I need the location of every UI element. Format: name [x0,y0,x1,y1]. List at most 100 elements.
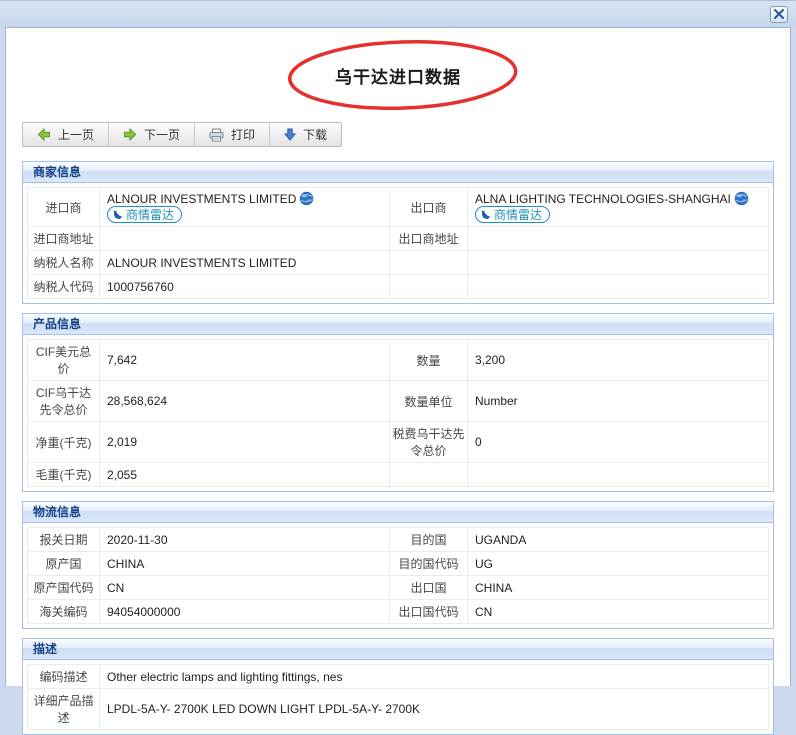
section-2: 物流信息报关日期2020-11-30目的国UGANDA原产国CHINA目的国代码… [22,501,774,629]
radar-dish-icon [112,209,124,221]
row-value: ALNOUR INVESTMENTS LIMITED 商情雷达 [100,188,390,227]
row-value [468,251,769,275]
row-value: ALNOUR INVESTMENTS LIMITED [100,251,390,275]
table-row: CIF美元总价 7,642 数量 3,200 [28,340,769,381]
table-row: 进口商ALNOUR INVESTMENTS LIMITED 商情雷达出口商ALN… [28,188,769,227]
row-label: 净重(千克) [28,422,100,463]
row-value: 3,200 [468,340,769,381]
value-text: 2020-11-30 [107,533,168,547]
row-value: CN [100,576,390,600]
print-label: 打印 [231,126,255,143]
radar-badge[interactable]: 商情雷达 [475,206,550,223]
next-page-label: 下一页 [144,126,180,143]
row-value [468,227,769,251]
table-row: 进口商地址出口商地址 [28,227,769,251]
print-button[interactable]: 打印 [195,123,270,146]
globe-icon[interactable] [299,191,314,206]
row-value: UG [468,552,769,576]
value-text: CN [475,605,492,619]
table-row: CIF乌干达先令总价 28,568,624 数量单位Number [28,381,769,422]
row-value: 94054000000 [100,600,390,624]
row-value: 7,642 [100,340,390,381]
info-table: 报关日期2020-11-30目的国UGANDA原产国CHINA目的国代码UG原产… [27,527,769,624]
section-header: 产品信息 [23,314,773,335]
row-label [390,463,468,487]
table-row: 编码描述 Other electric lamps and lighting fi… [28,665,769,689]
table-row: 原产国代码CN出口国CHINA [28,576,769,600]
radar-dish-icon [480,209,492,221]
value-text: 28,568,624 [107,394,167,408]
row-value: 2020-11-30 [100,528,390,552]
value-text: 1000756760 [107,280,174,294]
next-page-button[interactable]: 下一页 [109,123,195,146]
value-text: CN [107,581,124,595]
value-text: UG [475,557,493,571]
prev-arrow-icon [37,128,51,141]
row-label: 纳税人代码 [28,275,100,299]
row-label: 原产国 [28,552,100,576]
table-row: 纳税人名称ALNOUR INVESTMENTS LIMITED [28,251,769,275]
close-button[interactable] [770,6,788,23]
row-label: 海关编码 [28,600,100,624]
row-value: LPDL-5A-Y- 2700K LED DOWN LIGHT LPDL-5A-… [100,689,769,730]
table-row: 净重(千克)2,019税费乌干达先令总价0 [28,422,769,463]
value-text: 3,200 [475,353,505,367]
toolbar: 上一页 下一页 打印 [22,122,342,147]
row-value: CHINA [100,552,390,576]
section-body: 进口商ALNOUR INVESTMENTS LIMITED 商情雷达出口商ALN… [23,183,773,303]
row-label: CIF美元总价 [28,340,100,381]
table-row: 报关日期 2020-11-30 目的国 UGANDA [28,528,769,552]
section-header: 描述 [23,639,773,660]
value-text: 7,642 [107,353,137,367]
table-row: 海关编码 94054000000 出口国代码 CN [28,600,769,624]
row-value [468,463,769,487]
radar-badge[interactable]: 商情雷达 [107,206,182,223]
row-label: CIF乌干达先令总价 [28,381,100,422]
radar-badge-label: 商情雷达 [126,206,174,223]
row-label: 目的国 [390,528,468,552]
info-table: CIF美元总价 7,642 数量 3,200 CIF乌干达先令总价 28,568,624 数… [27,339,769,487]
close-icon [774,6,784,24]
section-body: 编码描述 Other electric lamps and lighting fi… [23,660,773,734]
value-text: ALNA LIGHTING TECHNOLOGIES-SHANGHAI [475,192,731,206]
value-text: CHINA [107,557,144,571]
row-value: Number [468,381,769,422]
row-label: 报关日期 [28,528,100,552]
info-sections: 商家信息进口商ALNOUR INVESTMENTS LIMITED 商情雷达出口… [22,161,774,735]
globe-icon[interactable] [734,191,749,206]
row-label: 出口国代码 [390,600,468,624]
info-table: 进口商ALNOUR INVESTMENTS LIMITED 商情雷达出口商ALN… [27,187,769,299]
row-label: 详细产品描述 [28,689,100,730]
section-body: CIF美元总价 7,642 数量 3,200 CIF乌干达先令总价 28,568,624 数… [23,335,773,491]
next-arrow-icon [123,128,137,141]
row-label: 纳税人名称 [28,251,100,275]
row-label: 进口商 [28,188,100,227]
download-label: 下载 [303,126,327,143]
row-value [100,227,390,251]
page-title: 乌干达进口数据 [335,63,461,88]
value-text: 94054000000 [107,605,180,619]
value-text: Other electric lamps and lighting fittin… [107,670,342,684]
value-text: UGANDA [475,533,526,547]
row-value: UGANDA [468,528,769,552]
row-label [390,251,468,275]
value-text: ALNOUR INVESTMENTS LIMITED [107,192,296,206]
section-body: 报关日期2020-11-30目的国UGANDA原产国CHINA目的国代码UG原产… [23,523,773,628]
download-button[interactable]: 下载 [270,123,341,146]
row-value: CHINA [468,576,769,600]
row-label: 毛重(千克) [28,463,100,487]
row-label: 编码描述 [28,665,100,689]
row-label: 税费乌干达先令总价 [390,422,468,463]
row-label: 进口商地址 [28,227,100,251]
prev-page-label: 上一页 [58,126,94,143]
row-label: 目的国代码 [390,552,468,576]
row-label: 数量单位 [390,381,468,422]
row-label: 数量 [390,340,468,381]
row-label: 出口商 [390,188,468,227]
section-1: 产品信息 CIF美元总价 7,642 数量 3,200 CIF乌干达先令总价 28,568,… [22,313,774,492]
row-label [390,275,468,299]
section-3: 描述编码描述 Other electric lamps and lighting … [22,638,774,735]
prev-page-button[interactable]: 上一页 [23,123,109,146]
dialog-title-bar [0,0,796,27]
row-value: 1000756760 [100,275,390,299]
